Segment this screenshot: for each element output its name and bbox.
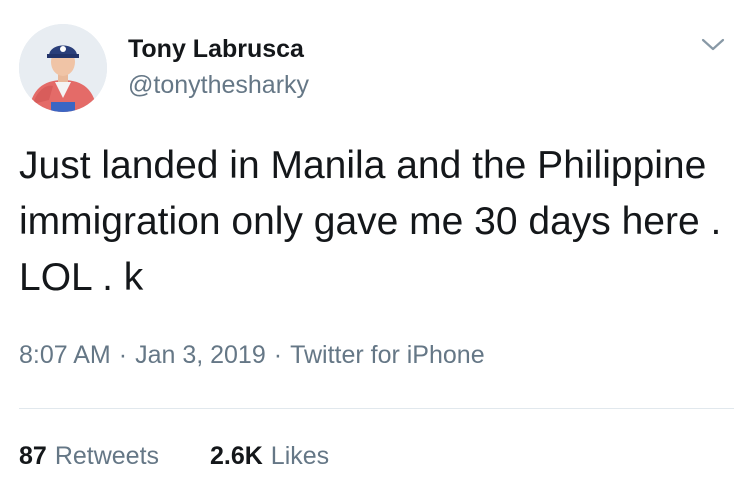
tweet-metadata: 8:07 AM · Jan 3, 2019 · Twitter for iPhone: [19, 340, 485, 370]
retweets-label: Retweets: [54, 442, 160, 470]
tweet-stats: 87 Retweets 2.6K Likes: [19, 441, 329, 471]
retweets-count: 87: [19, 442, 47, 470]
tweet-time[interactable]: 8:07 AM: [19, 341, 111, 369]
avatar-image: [19, 24, 107, 112]
tweet-source[interactable]: Twitter for iPhone: [290, 341, 485, 369]
tweet-card: Tony Labrusca @tonythesharky Just landed…: [0, 0, 750, 495]
likes-count: 2.6K: [209, 442, 263, 470]
chevron-down-icon[interactable]: [700, 36, 726, 54]
avatar[interactable]: [19, 24, 107, 112]
retweets-stat[interactable]: 87 Retweets: [19, 441, 159, 471]
author-display-name[interactable]: Tony Labrusca: [128, 34, 304, 64]
author-handle[interactable]: @tonythesharky: [128, 70, 309, 100]
meta-separator: ·: [273, 341, 283, 369]
tweet-date[interactable]: Jan 3, 2019: [135, 341, 266, 369]
likes-label: Likes: [270, 442, 330, 470]
divider: [19, 408, 734, 409]
meta-separator: ·: [118, 341, 128, 369]
tweet-text: Just landed in Manila and the Philippine…: [19, 144, 722, 299]
likes-stat[interactable]: 2.6K Likes: [210, 441, 329, 471]
